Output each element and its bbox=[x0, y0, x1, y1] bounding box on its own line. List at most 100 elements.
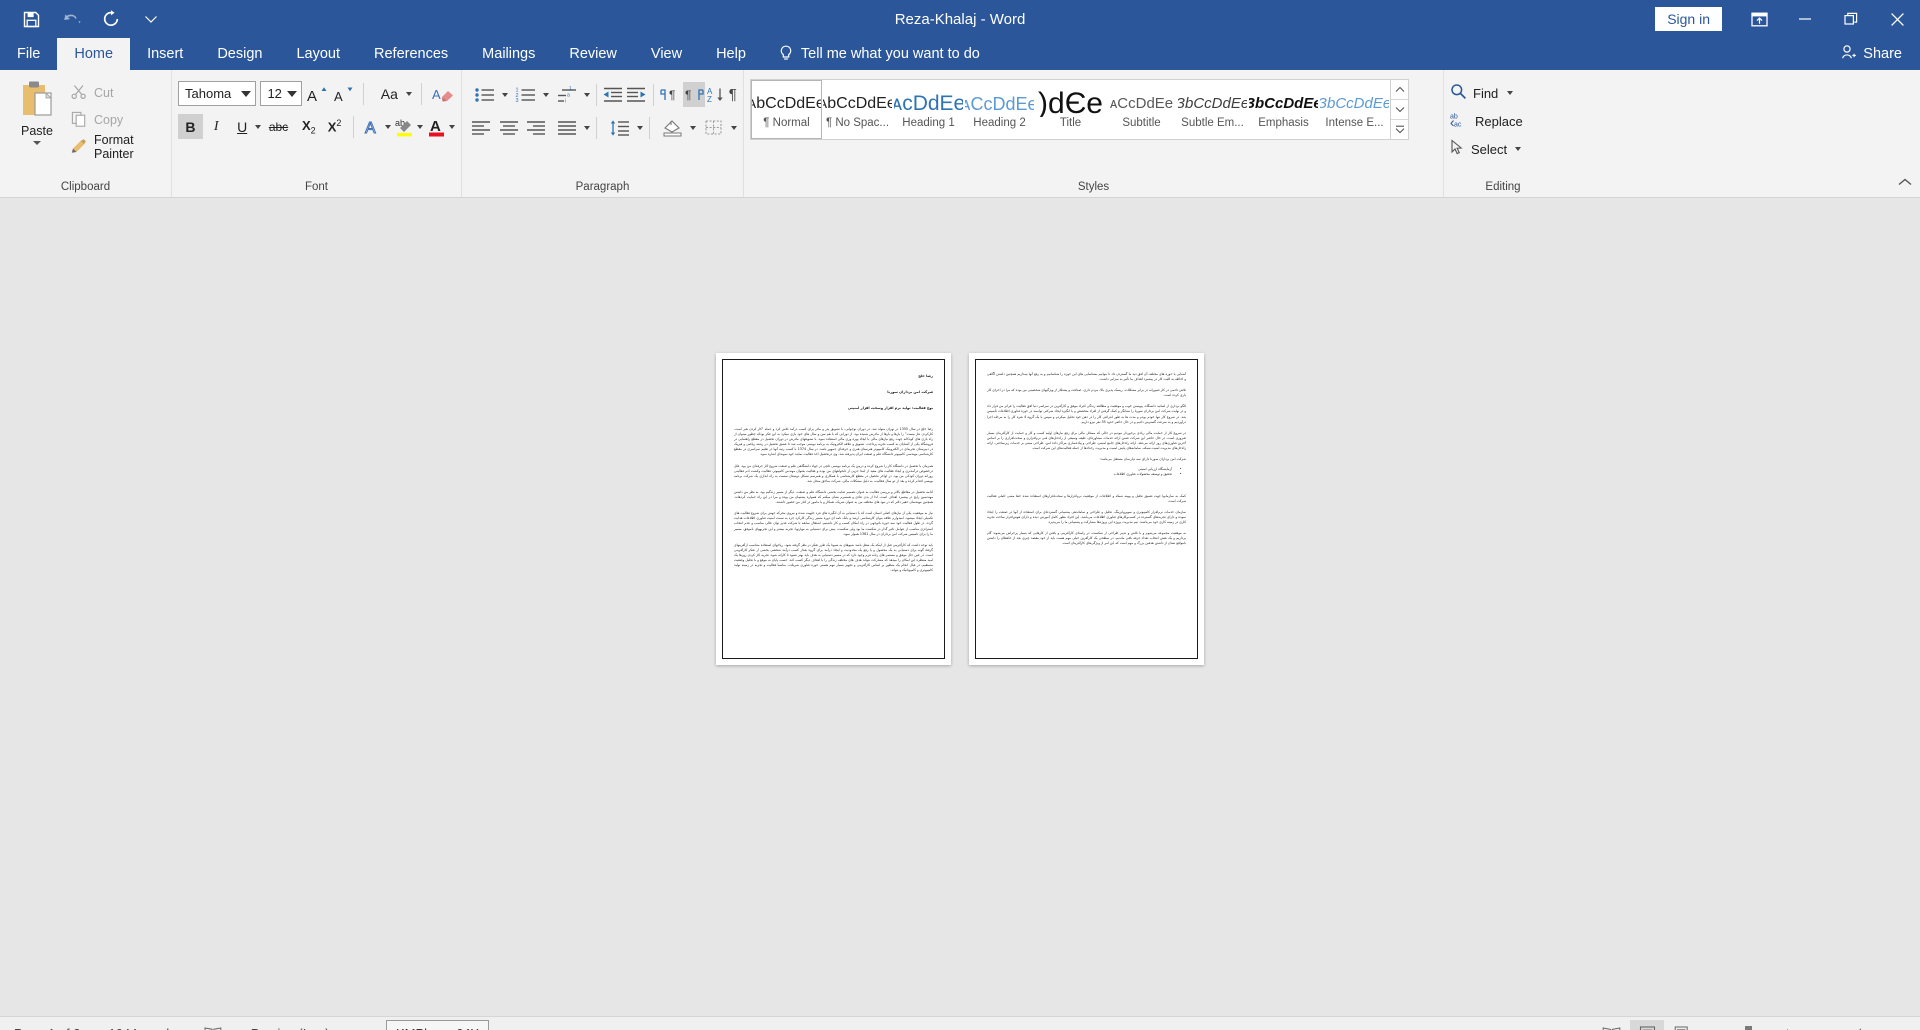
font-group-label: Font bbox=[304, 181, 328, 193]
view-and-zoom-controls: − + 30% bbox=[1594, 1017, 1910, 1030]
styles-scrollbar[interactable] bbox=[1390, 80, 1408, 139]
align-left-icon[interactable] bbox=[468, 115, 494, 140]
tell-me-search[interactable]: Tell me what you want to do bbox=[763, 38, 980, 70]
rtl-text-direction-icon[interactable]: ¶ bbox=[682, 82, 705, 107]
find-button[interactable]: Find bbox=[1450, 81, 1523, 105]
styles-scroll-up-icon[interactable] bbox=[1391, 80, 1408, 100]
format-painter-button[interactable]: Format Painter bbox=[68, 133, 165, 161]
show-formatting-marks-icon[interactable]: ¶ bbox=[729, 82, 737, 107]
taskbar-item-kmplayer[interactable]: KMPlayer 64X bbox=[386, 1020, 490, 1030]
style-item-normal[interactable]: ᴀbCcDdEe ¶ Normal bbox=[751, 80, 822, 139]
strikethrough-button[interactable]: abc bbox=[262, 114, 296, 139]
style-item-subtitle[interactable]: ᴀCcDdEe Subtitle bbox=[1106, 80, 1177, 139]
text-effects-button[interactable]: A bbox=[360, 114, 391, 139]
copy-button[interactable]: Copy bbox=[68, 109, 165, 131]
shading-button[interactable] bbox=[656, 115, 697, 140]
save-icon[interactable] bbox=[18, 6, 44, 32]
collapse-ribbon-icon[interactable] bbox=[1898, 175, 1912, 193]
line-spacing-button[interactable] bbox=[603, 115, 644, 140]
style-item-intense-emphasis[interactable]: ЗbCcDdEe Intense E... bbox=[1319, 80, 1390, 139]
cut-label: Cut bbox=[94, 86, 114, 100]
svg-text:3: 3 bbox=[516, 98, 519, 104]
copy-label: Copy bbox=[94, 113, 124, 127]
shading-icon bbox=[656, 115, 690, 140]
page-indicator[interactable]: Page 1 of 2 bbox=[0, 1026, 95, 1030]
proofing-errors-icon[interactable] bbox=[190, 1026, 237, 1030]
sign-in-button[interactable]: Sign in bbox=[1655, 7, 1722, 31]
font-name-input[interactable]: Tahoma bbox=[178, 81, 257, 106]
document-page-1[interactable]: رضا خلج شرکت امن برداران سورنا نوع فعالی… bbox=[716, 353, 951, 665]
redo-icon[interactable] bbox=[98, 6, 124, 32]
style-item-title[interactable]: )dЄe Title bbox=[1035, 80, 1106, 139]
ribbon-display-options-icon[interactable] bbox=[1736, 0, 1782, 38]
decrease-indent-icon[interactable] bbox=[602, 82, 624, 107]
justify-button[interactable] bbox=[550, 115, 591, 140]
document-canvas[interactable]: رضا خلج شرکت امن برداران سورنا نوع فعالی… bbox=[0, 198, 1920, 1016]
zoom-slider-handle[interactable] bbox=[1744, 1026, 1752, 1030]
borders-button[interactable] bbox=[697, 115, 738, 140]
tab-help[interactable]: Help bbox=[699, 38, 763, 70]
change-case-button[interactable]: Aa bbox=[372, 81, 413, 106]
undo-icon[interactable] bbox=[58, 6, 84, 32]
web-layout-icon[interactable] bbox=[1666, 1020, 1700, 1030]
clear-formatting-icon[interactable]: A bbox=[431, 81, 455, 106]
multilevel-list-button[interactable]: 1ai bbox=[550, 82, 590, 107]
select-button[interactable]: Select bbox=[1450, 137, 1523, 161]
tab-layout[interactable]: Layout bbox=[279, 38, 357, 70]
align-center-icon[interactable] bbox=[495, 115, 521, 140]
style-item-heading-2[interactable]: ᴀCcDdEe Heading 2 bbox=[964, 80, 1035, 139]
zoom-level[interactable]: 30% bbox=[1874, 1027, 1910, 1030]
close-icon[interactable] bbox=[1874, 0, 1920, 38]
style-item-subtle-emphasis[interactable]: ЗbCcDdEe Subtle Em... bbox=[1177, 80, 1248, 139]
numbering-button[interactable]: 123 bbox=[509, 82, 549, 107]
tab-view[interactable]: View bbox=[634, 38, 699, 70]
text-highlight-color-button[interactable]: ab bbox=[392, 114, 423, 139]
zoom-control[interactable]: − + 30% bbox=[1710, 1026, 1910, 1030]
styles-gallery[interactable]: ᴀbCcDdEe ¶ Normal ᴀbCcDdEe ¶ No Spac... … bbox=[750, 79, 1409, 140]
shrink-font-icon[interactable]: A bbox=[332, 81, 354, 106]
cut-button[interactable]: Cut bbox=[68, 82, 165, 104]
grow-font-icon[interactable]: A bbox=[306, 81, 328, 106]
tab-mailings[interactable]: Mailings bbox=[465, 38, 552, 70]
styles-more-icon[interactable] bbox=[1391, 120, 1408, 139]
chevron-down-icon[interactable] bbox=[1507, 91, 1514, 95]
read-mode-icon[interactable] bbox=[1594, 1020, 1628, 1030]
underline-button[interactable]: U bbox=[230, 114, 261, 139]
word-count[interactable]: 1044 words bbox=[95, 1026, 190, 1030]
increase-indent-icon[interactable] bbox=[625, 82, 647, 107]
page2-paragraph-8: به موفقیت مجموعه می‌شوم و با تلاش و تدبی… bbox=[987, 531, 1186, 546]
minimize-icon[interactable] bbox=[1782, 0, 1828, 38]
tab-design[interactable]: Design bbox=[200, 38, 279, 70]
style-item-emphasis[interactable]: ЗbCcDdEe Emphasis bbox=[1248, 80, 1319, 139]
chevron-down-icon[interactable] bbox=[1515, 147, 1522, 151]
tab-references[interactable]: References bbox=[357, 38, 465, 70]
subscript-button[interactable]: X2 bbox=[296, 114, 321, 139]
italic-button[interactable]: I bbox=[204, 114, 229, 139]
restore-icon[interactable] bbox=[1828, 0, 1874, 38]
superscript-button[interactable]: X2 bbox=[322, 114, 347, 139]
justify-icon bbox=[550, 115, 584, 140]
language-indicator[interactable]: Persian (Iran) bbox=[237, 1026, 344, 1030]
font-size-input[interactable]: 12 bbox=[260, 81, 302, 106]
style-item-heading-1[interactable]: ᴀcDdEe Heading 1 bbox=[893, 80, 964, 139]
font-color-button[interactable]: A bbox=[424, 114, 455, 139]
align-right-icon[interactable] bbox=[523, 115, 549, 140]
customize-qat-icon[interactable] bbox=[138, 6, 164, 32]
share-button[interactable]: Share bbox=[1840, 38, 1902, 70]
ltr-text-direction-icon[interactable]: ¶ bbox=[660, 82, 682, 107]
sort-icon[interactable]: AZ bbox=[706, 82, 728, 107]
tab-review[interactable]: Review bbox=[552, 38, 634, 70]
tab-insert[interactable]: Insert bbox=[130, 38, 200, 70]
document-page-2[interactable]: آشنایی با حوزه های مختلف آن افق دید ما گ… bbox=[969, 353, 1204, 665]
style-item-no-spacing[interactable]: ᴀbCcDdEe ¶ No Spac... bbox=[822, 80, 893, 139]
tab-home[interactable]: Home bbox=[57, 38, 131, 70]
tell-me-placeholder: Tell me what you want to do bbox=[800, 46, 980, 62]
bullets-button[interactable] bbox=[468, 82, 508, 107]
styles-scroll-down-icon[interactable] bbox=[1391, 100, 1408, 120]
paste-dropdown-icon[interactable] bbox=[33, 141, 41, 145]
bold-button[interactable]: B bbox=[178, 114, 203, 139]
tab-file[interactable]: File bbox=[0, 38, 57, 70]
print-layout-icon[interactable] bbox=[1630, 1020, 1665, 1030]
replace-button[interactable]: ab ac Replace bbox=[1450, 109, 1523, 133]
paste-button[interactable]: Paste bbox=[6, 75, 68, 177]
